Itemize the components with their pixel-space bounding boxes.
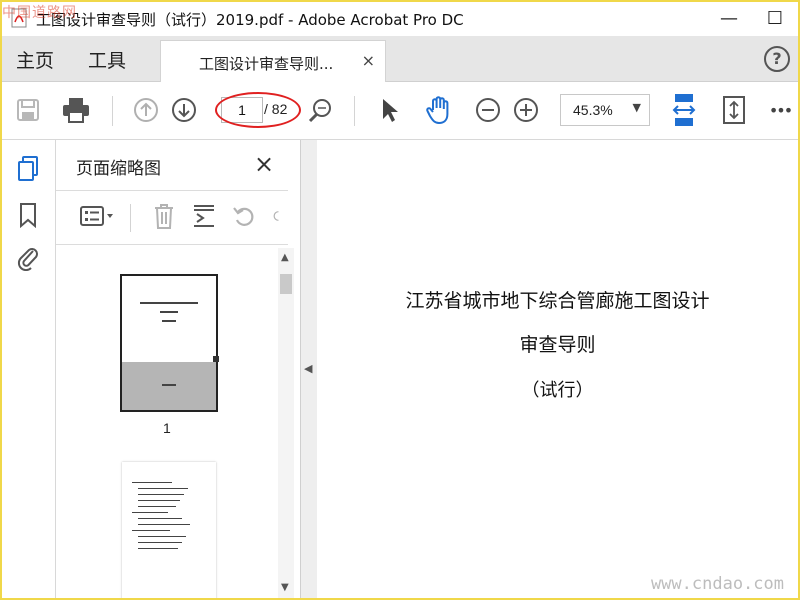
thumbnail-text-line <box>138 506 176 507</box>
scroll-down-icon[interactable]: ▼ <box>281 582 289 593</box>
rotate-left-icon <box>233 207 254 226</box>
panel-toolbar-divider <box>130 204 131 232</box>
thumbnail-text-line <box>138 524 190 525</box>
print-button[interactable] <box>60 94 92 126</box>
scroll-mode-icon <box>723 96 745 124</box>
previous-page-button[interactable] <box>130 94 162 126</box>
toolbar-divider <box>112 96 113 126</box>
options-menu-icon <box>80 206 113 226</box>
collapse-arrow-icon[interactable]: ◀ <box>304 362 312 375</box>
zoom-level-select[interactable]: 45.3% ▼ <box>560 94 650 126</box>
more-tools-button[interactable]: ••• <box>764 94 796 126</box>
thumbnail-list: 1 <box>56 248 278 598</box>
title-bar: 工图设计审查导则（试行）2019.pdf - Adobe Acrobat Pro… <box>2 2 798 36</box>
hand-tool-icon <box>426 96 449 124</box>
close-tab-button[interactable]: × <box>362 51 375 70</box>
panel-collapse-bar[interactable]: ◀ <box>301 140 317 598</box>
zoom-search-icon <box>308 99 331 123</box>
chevron-down-icon: ▼ <box>632 101 641 114</box>
thumbnail-text-line <box>132 530 170 531</box>
rotate-right-button[interactable] <box>272 200 286 232</box>
next-page-button[interactable] <box>168 94 200 126</box>
delete-page-button[interactable] <box>150 200 178 232</box>
help-button[interactable]: ? <box>764 46 790 72</box>
tab-tools[interactable]: 工具 <box>88 46 126 73</box>
zoom-in-icon <box>514 98 538 122</box>
thumbnail-text-line <box>162 384 176 386</box>
thumbnail-options-button[interactable] <box>78 200 118 232</box>
panel-title: 页面缩略图 <box>76 159 161 179</box>
scroll-up-icon[interactable]: ▲ <box>281 252 289 263</box>
watermark-top: 中国道路网 <box>2 5 77 21</box>
find-zoom-button[interactable] <box>304 94 336 126</box>
tab-home[interactable]: 主页 <box>16 46 54 73</box>
rotate-left-button[interactable] <box>230 200 258 232</box>
thumbnail-scrollbar[interactable]: ▲ ▼ <box>278 248 294 598</box>
thumbnail-page-number: 1 <box>163 420 171 436</box>
document-title-line-1: 江苏省城市地下综合管廊施工图设计 <box>405 290 710 312</box>
thumbnails-panel: 页面缩略图 × 1 ▲ ▼ <box>56 140 301 598</box>
attachments-button[interactable] <box>14 242 42 272</box>
bookmark-icon <box>20 203 36 228</box>
page-up-icon <box>134 98 158 122</box>
thumbnail-text-line <box>132 482 172 483</box>
scroll-thumb[interactable] <box>280 274 292 294</box>
watermark-bottom: www.cndao.com <box>650 574 784 594</box>
thumbnail-text-line <box>162 320 176 322</box>
rotate-right-icon <box>273 211 279 221</box>
paperclip-icon <box>17 248 38 271</box>
maximize-button[interactable]: ☐ <box>760 6 790 32</box>
print-icon <box>63 98 89 123</box>
resize-handle[interactable] <box>213 356 219 362</box>
save-button[interactable] <box>12 94 44 126</box>
document-tab-label: 工图设计审查导则... <box>199 55 334 73</box>
select-cursor-icon <box>383 99 398 122</box>
thumbnail-text-line <box>132 512 168 513</box>
panel-divider <box>56 190 288 191</box>
document-tab[interactable]: 工图设计审查导则... × <box>160 40 386 82</box>
thumbnail-text-line <box>138 536 186 537</box>
navigation-rail <box>2 140 56 598</box>
page-down-icon <box>172 98 196 122</box>
zoom-out-button[interactable] <box>472 94 504 126</box>
select-tool-button[interactable] <box>374 94 406 126</box>
insert-page-button[interactable] <box>190 200 218 232</box>
zoom-out-icon <box>476 98 500 122</box>
document-title-line-2: 审查导则 <box>519 334 596 356</box>
toolbar: 1 / 82 45.3% ▼ ••• <box>2 82 798 140</box>
close-panel-button[interactable]: × <box>254 150 274 178</box>
document-viewport[interactable]: 江苏省城市地下综合管廊施工图设计 审查导则 （试行） <box>317 140 798 598</box>
bookmarks-button[interactable] <box>14 200 42 230</box>
highlight-annotation <box>215 92 301 128</box>
hand-tool-button[interactable] <box>423 94 455 126</box>
trash-icon <box>155 204 173 229</box>
scroll-mode-button[interactable] <box>718 94 750 126</box>
save-icon <box>17 99 39 121</box>
thumbnail-selection-overlay <box>122 362 216 410</box>
thumbnail-text-line <box>138 500 180 501</box>
thumbnail-text-line <box>160 311 178 313</box>
zoom-level-value: 45.3% <box>573 102 613 118</box>
minimize-button[interactable]: — <box>714 6 744 32</box>
thumbnail-text-line <box>138 518 182 519</box>
fit-page-icon <box>672 94 696 126</box>
page-thumbnails-icon <box>18 156 38 181</box>
thumbnail-page-2[interactable] <box>122 462 216 598</box>
zoom-in-button[interactable] <box>510 94 542 126</box>
thumbnail-page-1[interactable] <box>120 274 219 412</box>
fit-page-button[interactable] <box>668 94 700 126</box>
page-thumbnails-button[interactable] <box>14 154 42 184</box>
document-title-line-3: （试行） <box>521 380 594 401</box>
thumbnail-text-line <box>138 488 188 489</box>
thumbnail-text-line <box>138 542 182 543</box>
thumbnail-text-line <box>138 548 178 549</box>
insert-page-icon <box>194 205 214 227</box>
panel-divider <box>56 244 288 245</box>
window-title: 工图设计审查导则（试行）2019.pdf - Adobe Acrobat Pro… <box>36 11 464 29</box>
toolbar-divider <box>354 96 355 126</box>
menu-bar: 主页 工具 工图设计审查导则... × ? <box>2 36 798 82</box>
thumbnail-text-line <box>140 302 198 304</box>
acrobat-window: 工图设计审查导则（试行）2019.pdf - Adobe Acrobat Pro… <box>2 2 798 598</box>
thumbnail-text-line <box>138 494 184 495</box>
